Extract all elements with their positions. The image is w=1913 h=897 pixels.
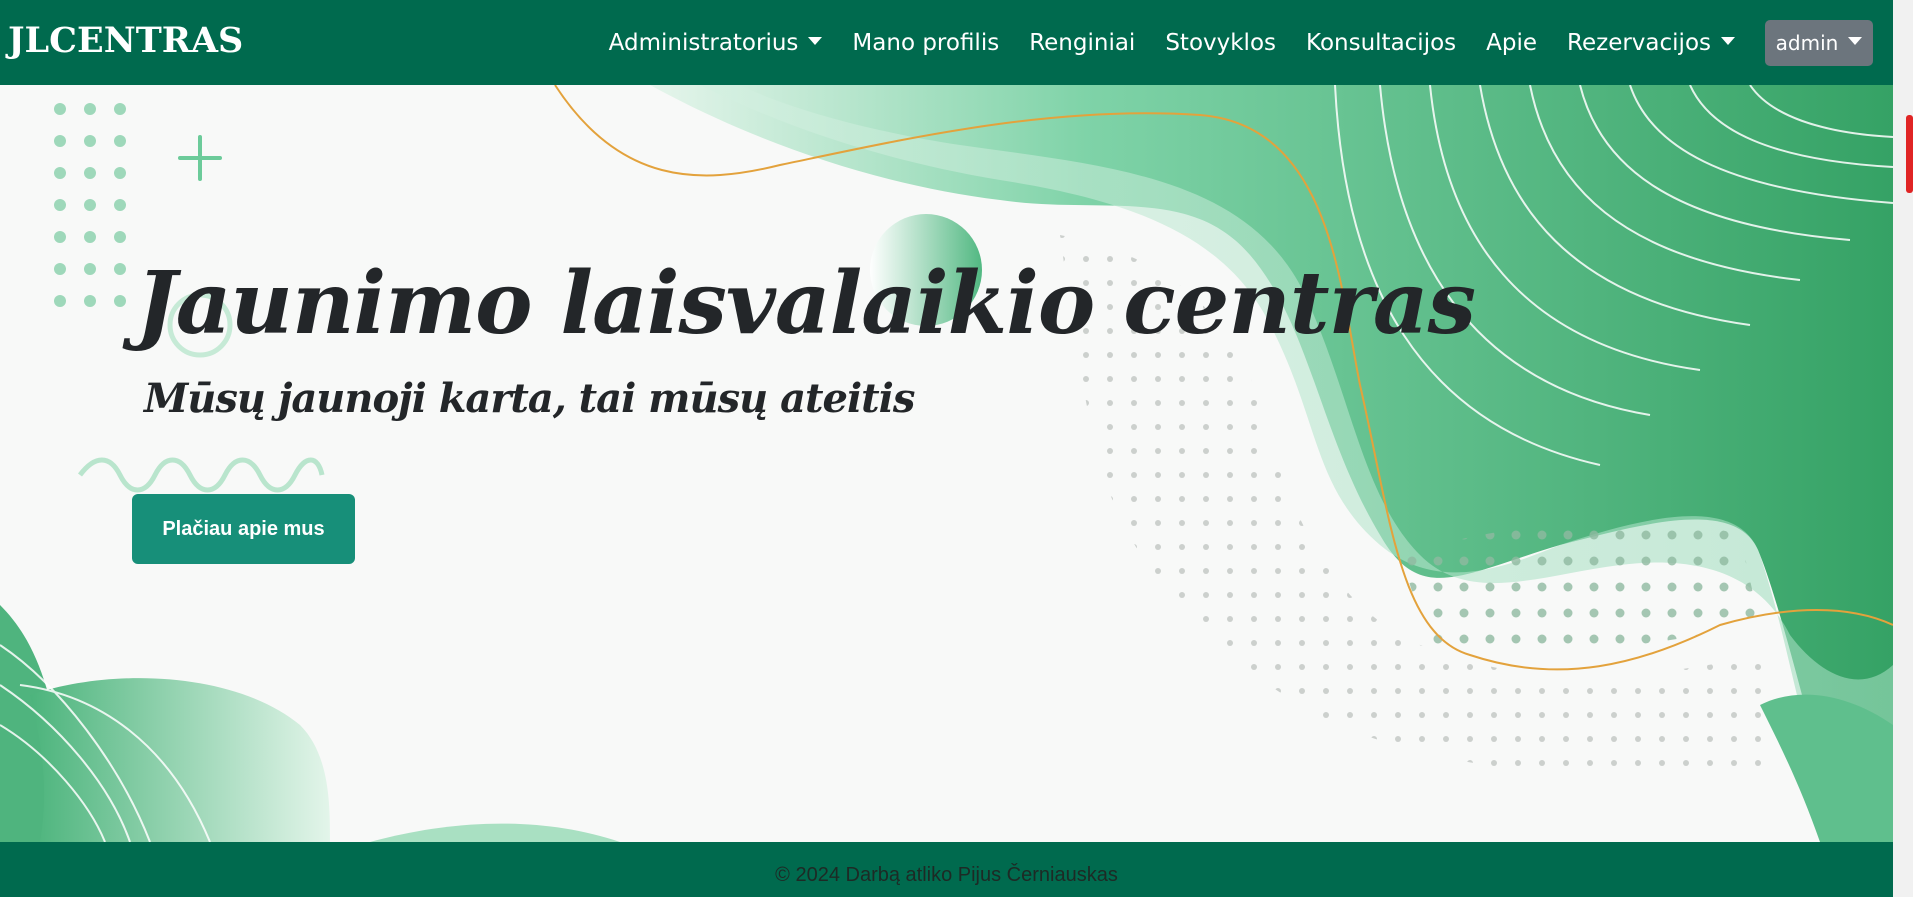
- nav-item-konsultacijos[interactable]: Konsultacijos: [1306, 30, 1456, 56]
- learn-more-button[interactable]: Plačiau apie mus: [132, 494, 355, 564]
- footer-copyright: © 2024 Darbą atliko Pijus Černiauskas: [775, 864, 1118, 886]
- user-menu-button[interactable]: admin: [1765, 19, 1873, 66]
- nav-item-label: Mano profilis: [852, 29, 1000, 56]
- scrollbar-thumb[interactable]: [1906, 115, 1913, 193]
- nav-menu: Administratorius Mano profilis Renginiai…: [609, 0, 1893, 85]
- nav-item-stovyklos[interactable]: Stovyklos: [1165, 30, 1276, 56]
- nav-item-renginiai[interactable]: Renginiai: [1029, 30, 1135, 56]
- top-navbar: JLCENTRAS Administratorius Mano profilis…: [0, 0, 1893, 85]
- nav-item-administratorius[interactable]: Administratorius: [609, 30, 823, 56]
- scrollbar[interactable]: [1893, 0, 1913, 897]
- nav-item-mano-profilis[interactable]: Mano profilis: [852, 30, 999, 56]
- nav-item-label: Renginiai: [1029, 29, 1136, 56]
- nav-item-label: Rezervacijos: [1567, 29, 1711, 56]
- nav-item-rezervacijos[interactable]: Rezervacijos: [1567, 30, 1735, 56]
- nav-item-label: Stovyklos: [1165, 29, 1277, 56]
- chevron-down-icon: [1848, 36, 1863, 45]
- nav-item-label: Apie: [1486, 29, 1538, 56]
- nav-item-label: Konsultacijos: [1306, 29, 1457, 56]
- nav-item-label: Administratorius: [608, 29, 799, 56]
- hero-subtitle: Mūsų jaunoji karta, tai mūsų ateitis: [144, 375, 915, 422]
- nav-item-apie[interactable]: Apie: [1486, 30, 1537, 56]
- brand-logo[interactable]: JLCENTRAS: [8, 20, 243, 61]
- footer: © 2024 Darbą atliko Pijus Černiauskas: [0, 842, 1893, 897]
- hero-background-illustration: [0, 85, 1893, 842]
- hero-title: Jaunimo laisvalaikio centras: [136, 253, 1476, 354]
- hero-section: Jaunimo laisvalaikio centras Mūsų jaunoj…: [0, 85, 1893, 842]
- chevron-down-icon: [1721, 36, 1735, 45]
- chevron-down-icon: [808, 36, 823, 45]
- user-menu-label: admin: [1775, 30, 1839, 55]
